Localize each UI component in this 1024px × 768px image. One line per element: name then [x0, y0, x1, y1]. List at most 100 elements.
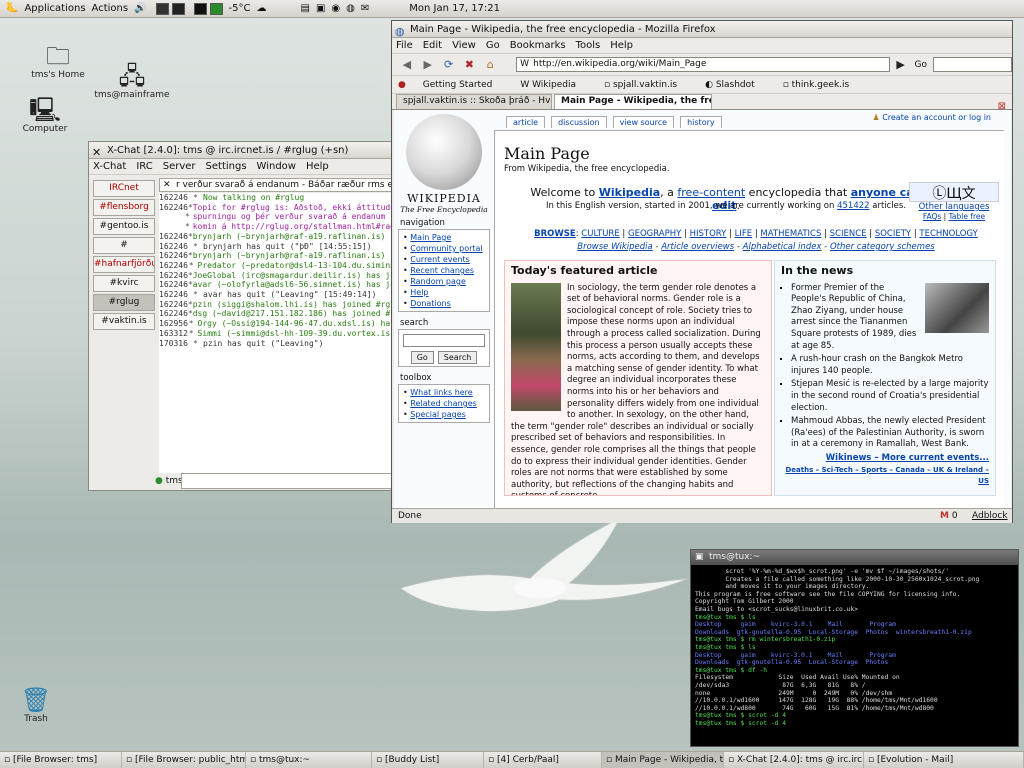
go-arrow-icon[interactable]: ▶ [894, 58, 908, 72]
browse-category-link[interactable]: TECHNOLOGY [919, 229, 977, 239]
browse-category-link[interactable]: MATHEMATICS [760, 229, 821, 239]
ff-menu-help[interactable]: Help [610, 40, 633, 51]
xchat-message-log[interactable]: 162246 * Now talking on #rglug 162246 * Topic… [159, 193, 395, 473]
more-current-events-link[interactable]: Wikinews – More current events... [781, 453, 989, 465]
nav-link[interactable]: • Main Page [403, 232, 485, 243]
home-icon[interactable]: ⌂ [483, 58, 497, 72]
channel-tab[interactable]: IRCnet [93, 180, 155, 197]
browse-category-link[interactable]: GEOGRAPHY [628, 229, 681, 239]
browse-category-link[interactable]: LIFE [735, 229, 753, 239]
wiki-tab-view-source[interactable]: view source [612, 116, 675, 128]
channel-tab[interactable]: # [93, 237, 155, 254]
channel-tab[interactable]: #flensborg [93, 199, 155, 216]
actions-menu[interactable]: Actions [92, 3, 129, 14]
taskbar-button[interactable]: ▫ tms@tux:~ [246, 752, 372, 768]
wiki-search-input[interactable] [403, 334, 485, 347]
faqs-link[interactable]: FAQs [923, 212, 941, 221]
bookmark-spjall[interactable]: ▫ spjall.vaktin.is [604, 80, 691, 90]
nav-link[interactable]: • Recent changes [403, 265, 485, 276]
ff-menu-bookmarks[interactable]: Bookmarks [510, 40, 566, 51]
adblock-link[interactable]: Adblock [972, 509, 1008, 523]
close-tab-icon[interactable]: ✕ [163, 179, 171, 191]
xchat-menu-settings[interactable]: Settings [206, 161, 247, 172]
wiki-tab-discussion[interactable]: discussion [551, 116, 607, 128]
toolbox-link[interactable]: • What links here [403, 387, 485, 398]
browse-link[interactable]: Alphabetical index [743, 242, 822, 252]
nav-link[interactable]: • Community portal [403, 243, 485, 254]
nav-link[interactable]: • Random page [403, 276, 485, 287]
xchat-menu-irc[interactable]: IRC [136, 161, 152, 172]
terminal-titlebar[interactable]: ▣ tms@tux:~ [691, 550, 1018, 565]
bookmark-slashdot[interactable]: ◐ Slashdot [705, 80, 769, 90]
firefox-launcher-icon[interactable]: ◍ [346, 3, 355, 14]
nav-link[interactable]: • Donations [403, 298, 485, 309]
xchat-titlebar[interactable]: ✕ X-Chat [2.4.0]: tms @ irc.ircnet.is / … [89, 142, 393, 159]
other-languages-link[interactable]: Other languages [909, 202, 999, 212]
channel-tab[interactable]: #vaktin.is [93, 313, 155, 330]
desktop-icon-computer[interactable]: 🖳 Computer [5, 96, 85, 134]
nav-link[interactable]: • Current events [403, 254, 485, 265]
browse-category-link[interactable]: SOCIETY [875, 229, 911, 239]
xchat-menu-window[interactable]: Window [257, 161, 296, 172]
terminal-window[interactable]: ▣ tms@tux:~ scrot '%Y-%m-%d_$wx$h_scrot.… [690, 549, 1019, 747]
wiki-go-button[interactable]: Go [410, 351, 434, 364]
ff-menu-view[interactable]: View [452, 40, 476, 51]
gimp-launcher-icon[interactable]: ◉ [331, 3, 340, 14]
table-free-link[interactable]: Table free [949, 212, 986, 221]
gmail-notifier[interactable]: M 0 [940, 509, 958, 523]
xchat-menu-xchat[interactable]: X-Chat [93, 161, 126, 172]
bookmark-thinkgeek[interactable]: ▫ think.geek.is [783, 80, 864, 90]
browse-label[interactable]: BROWSE [534, 229, 576, 239]
taskbar-button[interactable]: ▫ [Evolution - Mail] [864, 752, 1024, 768]
browse-link[interactable]: Other category schemes [830, 242, 935, 252]
ff-menu-go[interactable]: Go [486, 40, 500, 51]
terminal-output[interactable]: scrot '%Y-%m-%d_$wx$h_scrot.png' -e 'mv … [691, 565, 1018, 747]
taskbar-button[interactable]: ▫ [Buddy List] [372, 752, 484, 768]
firefox-titlebar[interactable]: ◍ Main Page - Wikipedia, the free encycl… [392, 21, 1012, 38]
wiki-tab-article[interactable]: article [506, 116, 546, 128]
wiki-search-button[interactable]: Search [437, 351, 478, 364]
featured-article-image[interactable] [511, 282, 561, 411]
wiki-tab-history[interactable]: history [680, 116, 722, 128]
browse-category-link[interactable]: SCIENCE [830, 229, 867, 239]
bookmark-wikipedia[interactable]: W Wikipedia [520, 80, 590, 90]
xchat-window[interactable]: ✕ X-Chat [2.4.0]: tms @ irc.ircnet.is / … [88, 141, 395, 491]
clock[interactable]: Mon Jan 17, 17:21 [409, 3, 500, 14]
tab-main-page[interactable]: Main Page - Wikipedia, the free ... [554, 94, 712, 109]
wikipedia-logo[interactable]: WIKIPEDIA The Free Encyclopedia [400, 114, 488, 220]
taskbar-button[interactable]: ▫ [4] Cerb/Paal] [484, 752, 602, 768]
gnome-foot-icon[interactable]: 🦶 [6, 3, 18, 14]
channel-tab[interactable]: #kvirc [93, 275, 155, 292]
page-content[interactable]: WIKIPEDIA The Free Encyclopedia article … [394, 110, 1011, 508]
reload-icon[interactable]: ⟳ [442, 58, 456, 72]
wikipedia-link[interactable]: Wikipedia [599, 186, 660, 199]
browse-link[interactable]: Browse Wikipedia [577, 242, 652, 252]
back-icon[interactable]: ◀ [400, 58, 414, 72]
taskbar-button[interactable]: ▫ [File Browser: public_html on [122, 752, 246, 768]
article-count-link[interactable]: 451422 [837, 201, 869, 211]
applications-menu[interactable]: Applications [24, 3, 85, 14]
desktop-icon-mainframe[interactable]: 🖧 tms@mainframe [92, 62, 172, 100]
browse-category-link[interactable]: CULTURE [581, 229, 619, 239]
bookmark-getting-started[interactable]: ● Getting Started [398, 80, 506, 90]
tab-spjall[interactable]: spjall.vaktin.is :: Skoða þráð - Hverni.… [396, 94, 552, 109]
taskbar-button[interactable]: ▫ Main Page - Wikipedia, the fre [602, 752, 724, 768]
nav-link[interactable]: • Help [403, 287, 485, 298]
xchat-nick-label[interactable]: ● tms [155, 476, 183, 486]
search-box[interactable] [932, 57, 1013, 72]
taskbar-button[interactable]: ▫ X-Chat [2.4.0]: tms @ irc.ircn [724, 752, 864, 768]
xchat-topic-field[interactable]: ✕ r verður svarað á endanum - Báðar ræðu… [159, 178, 395, 192]
ff-menu-edit[interactable]: Edit [423, 40, 442, 51]
xchat-menu-help[interactable]: Help [306, 161, 329, 172]
taskbar-button[interactable]: ▫ [File Browser: tms] [0, 752, 122, 768]
channel-tab[interactable]: #gentoo.is [93, 218, 155, 235]
toolbox-link[interactable]: • Related changes [403, 398, 485, 409]
ff-menu-file[interactable]: File [396, 40, 413, 51]
desktop-icon-home[interactable]: 🗀 tms's Home [18, 42, 98, 80]
wiki-login-link[interactable]: ♟ Create an account or log in [872, 113, 991, 122]
stop-icon[interactable]: ✖ [462, 58, 476, 72]
channel-tab[interactable]: #hafnarfjörður [93, 256, 155, 273]
go-button[interactable]: Go [915, 60, 927, 70]
toolbox-link[interactable]: • Special pages [403, 409, 485, 420]
browse-link[interactable]: Article overviews [661, 242, 734, 252]
